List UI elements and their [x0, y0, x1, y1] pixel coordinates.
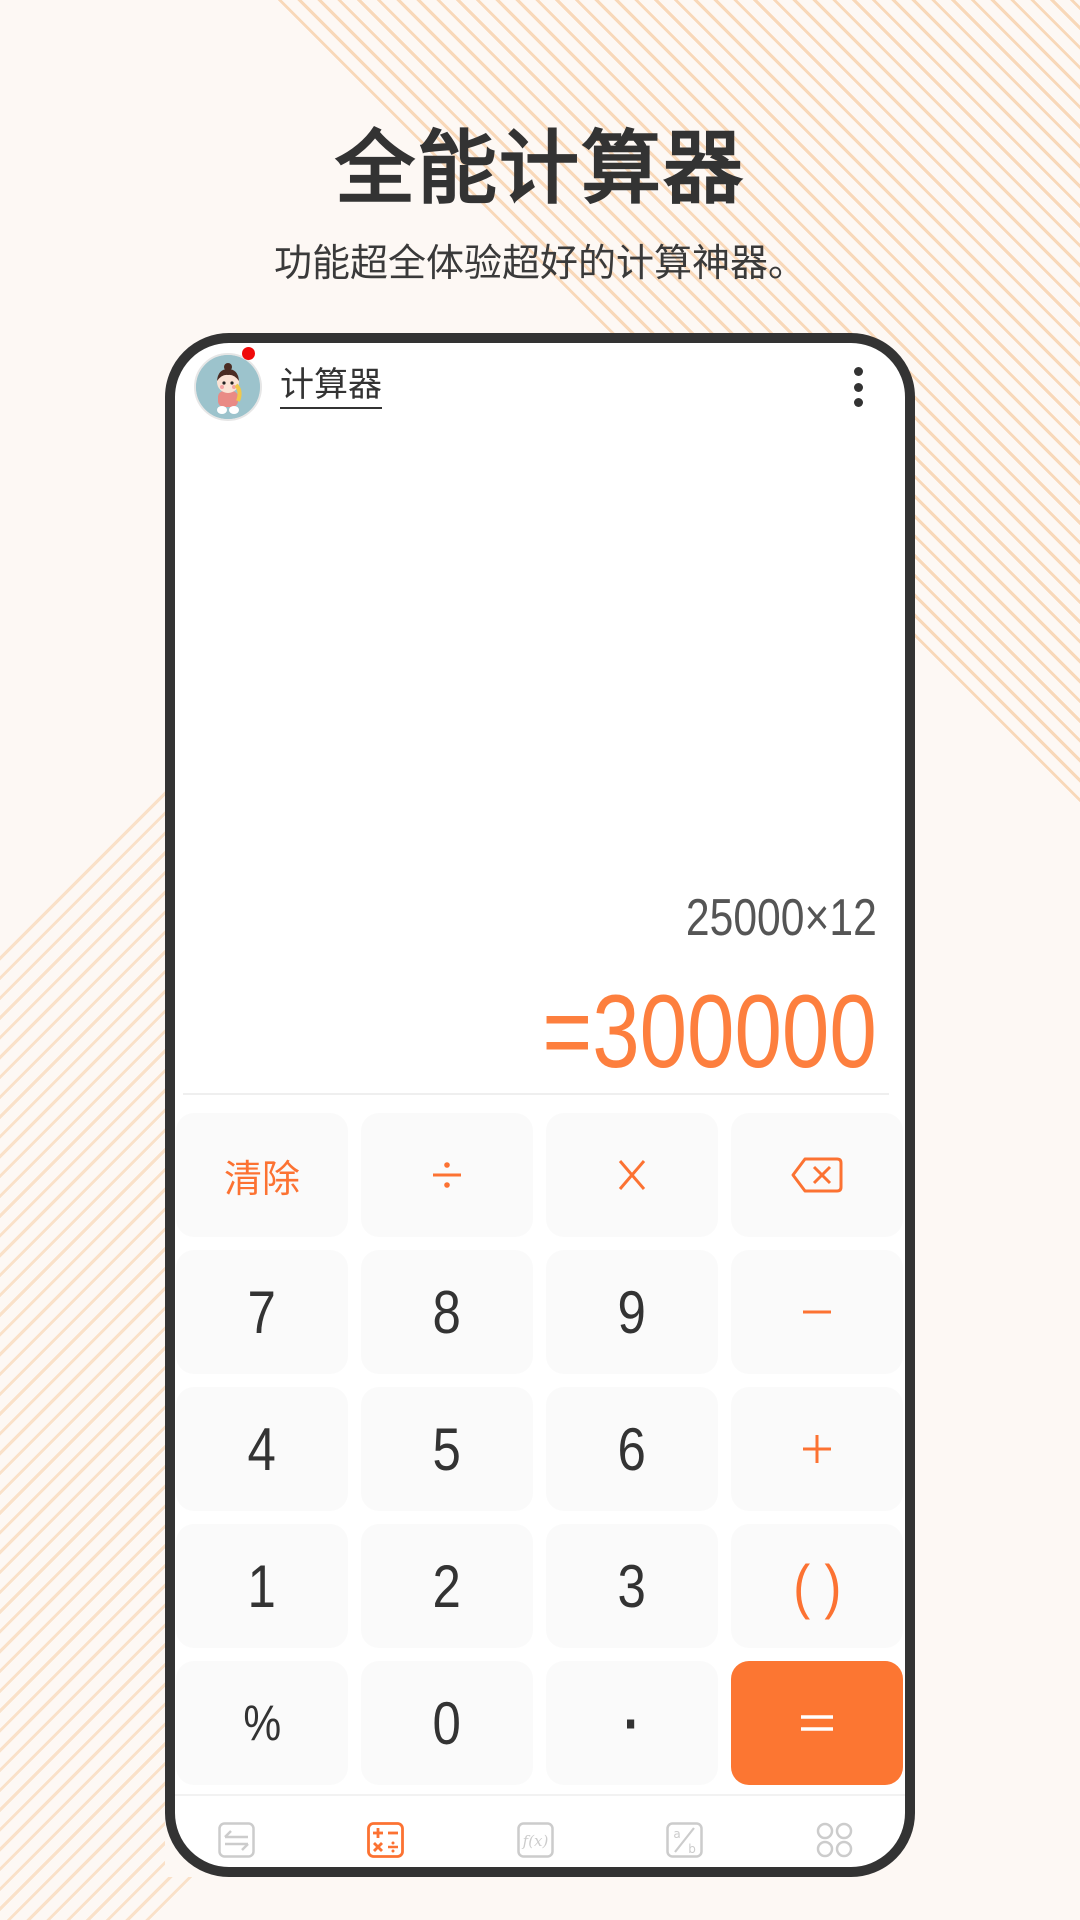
key-label: 4: [247, 1415, 277, 1483]
multiply-icon: [618, 1160, 646, 1190]
digit-5-button[interactable]: 5: [361, 1387, 533, 1511]
key-label: %: [243, 1695, 281, 1751]
backspace-icon: [791, 1157, 843, 1193]
key-label: ·: [623, 1689, 641, 1757]
key-label: 8: [432, 1278, 462, 1346]
key-label: 2: [432, 1552, 462, 1620]
menu-dot: [853, 382, 863, 392]
keypad: 清除 7 8 9 4 5 6 1 2 3 ( ) % 0 ·: [176, 1113, 903, 1785]
promo-subtitle: 功能超全体验超好的计算神器。: [273, 241, 806, 285]
equals-button[interactable]: [731, 1661, 903, 1785]
digit-1-button[interactable]: 1: [176, 1524, 348, 1648]
clear-label: 清除: [223, 1156, 300, 1201]
nav-item-more-apps[interactable]: [816, 1822, 853, 1858]
nav-item-fraction[interactable]: ab: [666, 1822, 703, 1858]
fraction-icon: ab: [666, 1822, 703, 1858]
avatar[interactable]: [194, 353, 262, 421]
digit-7-button[interactable]: 7: [176, 1250, 348, 1374]
key-label: 7: [247, 1278, 277, 1346]
nav-item-calculator[interactable]: [367, 1822, 404, 1858]
key-label: 0: [432, 1689, 462, 1757]
function-icon: f(x): [517, 1822, 554, 1858]
plus-icon: [803, 1435, 831, 1463]
phone-frame: 计算器 25000×12 =300000 清除 7 8 9 4 5 6 1 2 …: [165, 333, 915, 1877]
backspace-button[interactable]: [731, 1113, 903, 1237]
digit-3-button[interactable]: 3: [546, 1524, 718, 1648]
multiply-button[interactable]: [546, 1113, 718, 1237]
app-title[interactable]: 计算器: [280, 365, 382, 409]
percent-button[interactable]: %: [176, 1661, 348, 1785]
equals-icon: [801, 1715, 833, 1731]
key-label: 5: [432, 1415, 462, 1483]
menu-dot: [853, 398, 863, 407]
menu-dot: [853, 367, 863, 376]
key-label: 9: [617, 1278, 647, 1346]
plus-button[interactable]: [731, 1387, 903, 1511]
expression-display: 25000×12: [686, 889, 877, 947]
promo-title: 全能计算器: [335, 122, 745, 215]
more-vertical-icon[interactable]: [843, 363, 873, 411]
key-label: 1: [247, 1552, 277, 1620]
digit-6-button[interactable]: 6: [546, 1387, 718, 1511]
parentheses-button[interactable]: ( ): [731, 1524, 903, 1648]
decimal-point-button[interactable]: ·: [546, 1661, 718, 1785]
unit-convert-icon: [218, 1822, 255, 1858]
key-label: ( ): [792, 1552, 842, 1620]
nav-item-function[interactable]: f(x): [517, 1822, 554, 1858]
bottom-nav: f(x) ab: [175, 1813, 905, 1863]
nav-item-unit-convert[interactable]: [218, 1822, 255, 1858]
divide-button[interactable]: [361, 1113, 533, 1237]
digit-8-button[interactable]: 8: [361, 1250, 533, 1374]
display-divider: [183, 1093, 889, 1095]
more-apps-icon: [816, 1822, 853, 1858]
digit-9-button[interactable]: 9: [546, 1250, 718, 1374]
digit-2-button[interactable]: 2: [361, 1524, 533, 1648]
result-display: =300000: [542, 974, 877, 1090]
minus-button[interactable]: [731, 1250, 903, 1374]
notification-dot: [242, 347, 255, 360]
clear-button[interactable]: 清除: [176, 1113, 348, 1237]
baby-avatar-icon: [196, 355, 260, 419]
key-label: 3: [617, 1552, 647, 1620]
svg-text:a: a: [673, 1827, 680, 1841]
divide-icon: [433, 1162, 461, 1188]
svg-text:f(x): f(x): [522, 1832, 549, 1850]
digit-0-button[interactable]: 0: [361, 1661, 533, 1785]
svg-text:b: b: [688, 1842, 696, 1856]
bottom-nav-divider: [175, 1794, 905, 1796]
key-label: 6: [617, 1415, 647, 1483]
digit-4-button[interactable]: 4: [176, 1387, 348, 1511]
calculator-icon: [367, 1822, 404, 1858]
minus-icon: [803, 1310, 831, 1314]
